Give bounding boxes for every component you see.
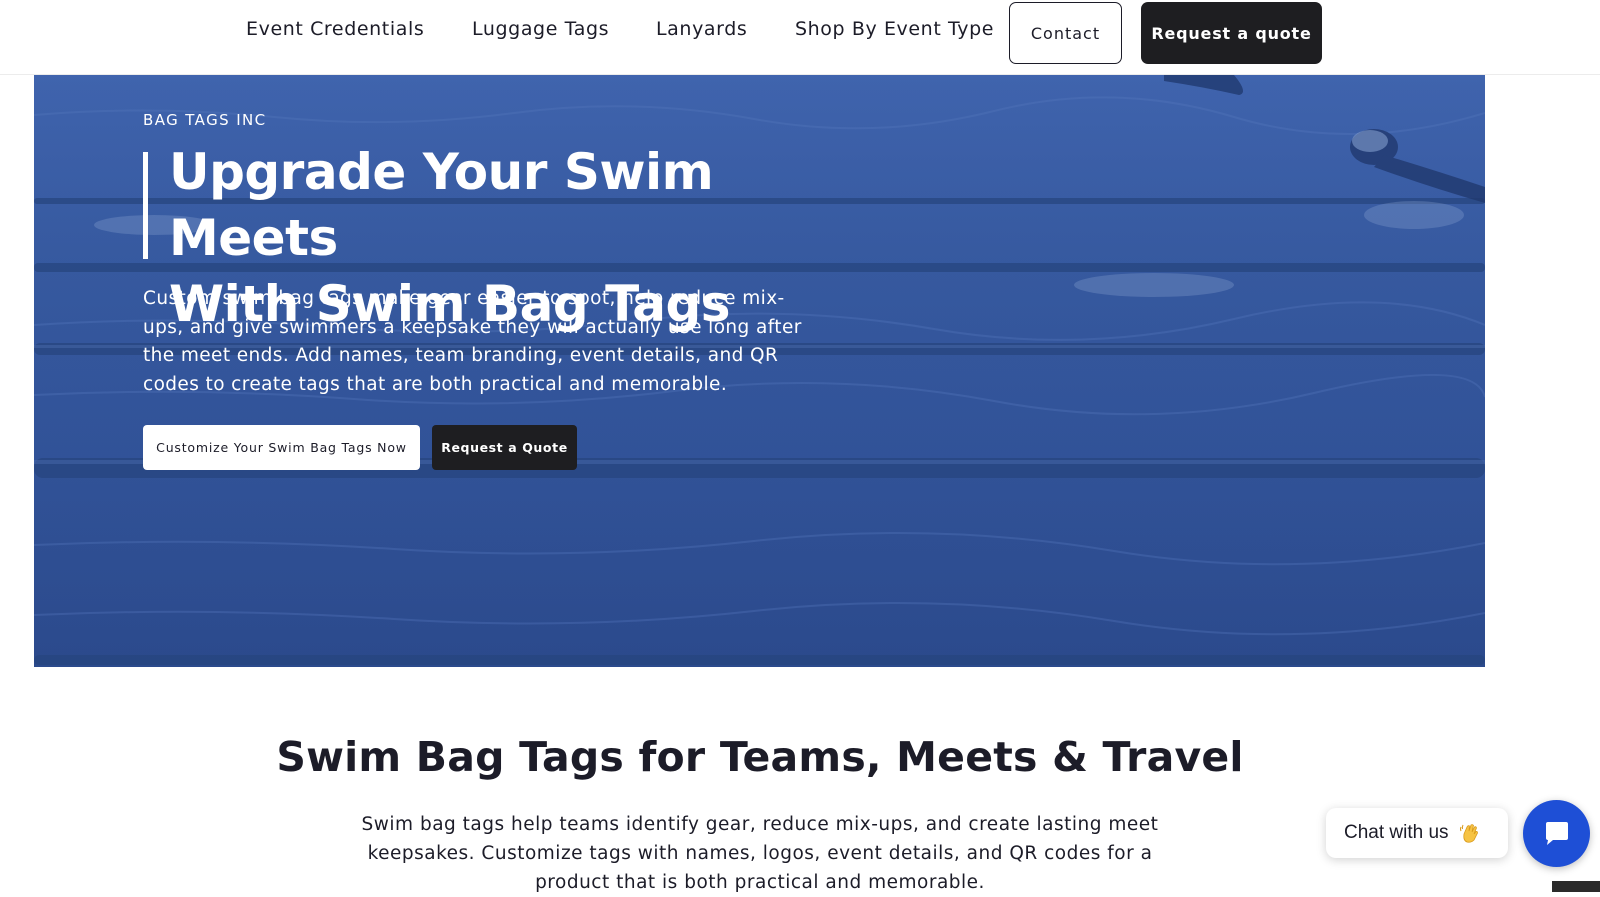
contact-button[interactable]: Contact xyxy=(1009,2,1122,64)
site-header: Event Credentials Luggage Tags Lanyards … xyxy=(0,0,1600,75)
chat-icon xyxy=(1545,821,1568,845)
customize-tags-button[interactable]: Customize Your Swim Bag Tags Now xyxy=(143,425,420,470)
chat-greeting-bubble[interactable]: Chat with us xyxy=(1326,808,1508,858)
nav-link-lanyards[interactable]: Lanyards xyxy=(656,18,747,44)
section-description: Swim bag tags help teams identify gear, … xyxy=(361,814,1159,893)
hero-eyebrow: BAG TAGS INC xyxy=(143,111,267,129)
title-accent-bar xyxy=(143,152,148,259)
section-title: Swim Bag Tags for Teams, Meets & Travel xyxy=(276,733,1244,781)
request-quote-button[interactable]: Request a quote xyxy=(1141,2,1322,64)
hero-request-quote-button[interactable]: Request a Quote xyxy=(432,425,577,470)
chat-launcher-button[interactable] xyxy=(1523,800,1590,867)
hero-description: Custom swim bag tags make gear easier to… xyxy=(143,288,802,395)
hero-title-line-1: Upgrade Your Swim Meets xyxy=(169,143,714,267)
nav-link-luggage-tags[interactable]: Luggage Tags xyxy=(472,18,609,44)
corner-overlay-tab xyxy=(1552,881,1600,892)
waving-hand-icon xyxy=(1459,824,1478,843)
nav-link-shop-by-event-type[interactable]: Shop By Event Type xyxy=(795,18,994,44)
hero-banner: BAG TAGS INC Upgrade Your Swim Meets Wit… xyxy=(34,75,1485,667)
nav-link-event-credentials[interactable]: Event Credentials xyxy=(246,18,424,44)
chat-greeting-label: Chat with us xyxy=(1344,822,1449,843)
